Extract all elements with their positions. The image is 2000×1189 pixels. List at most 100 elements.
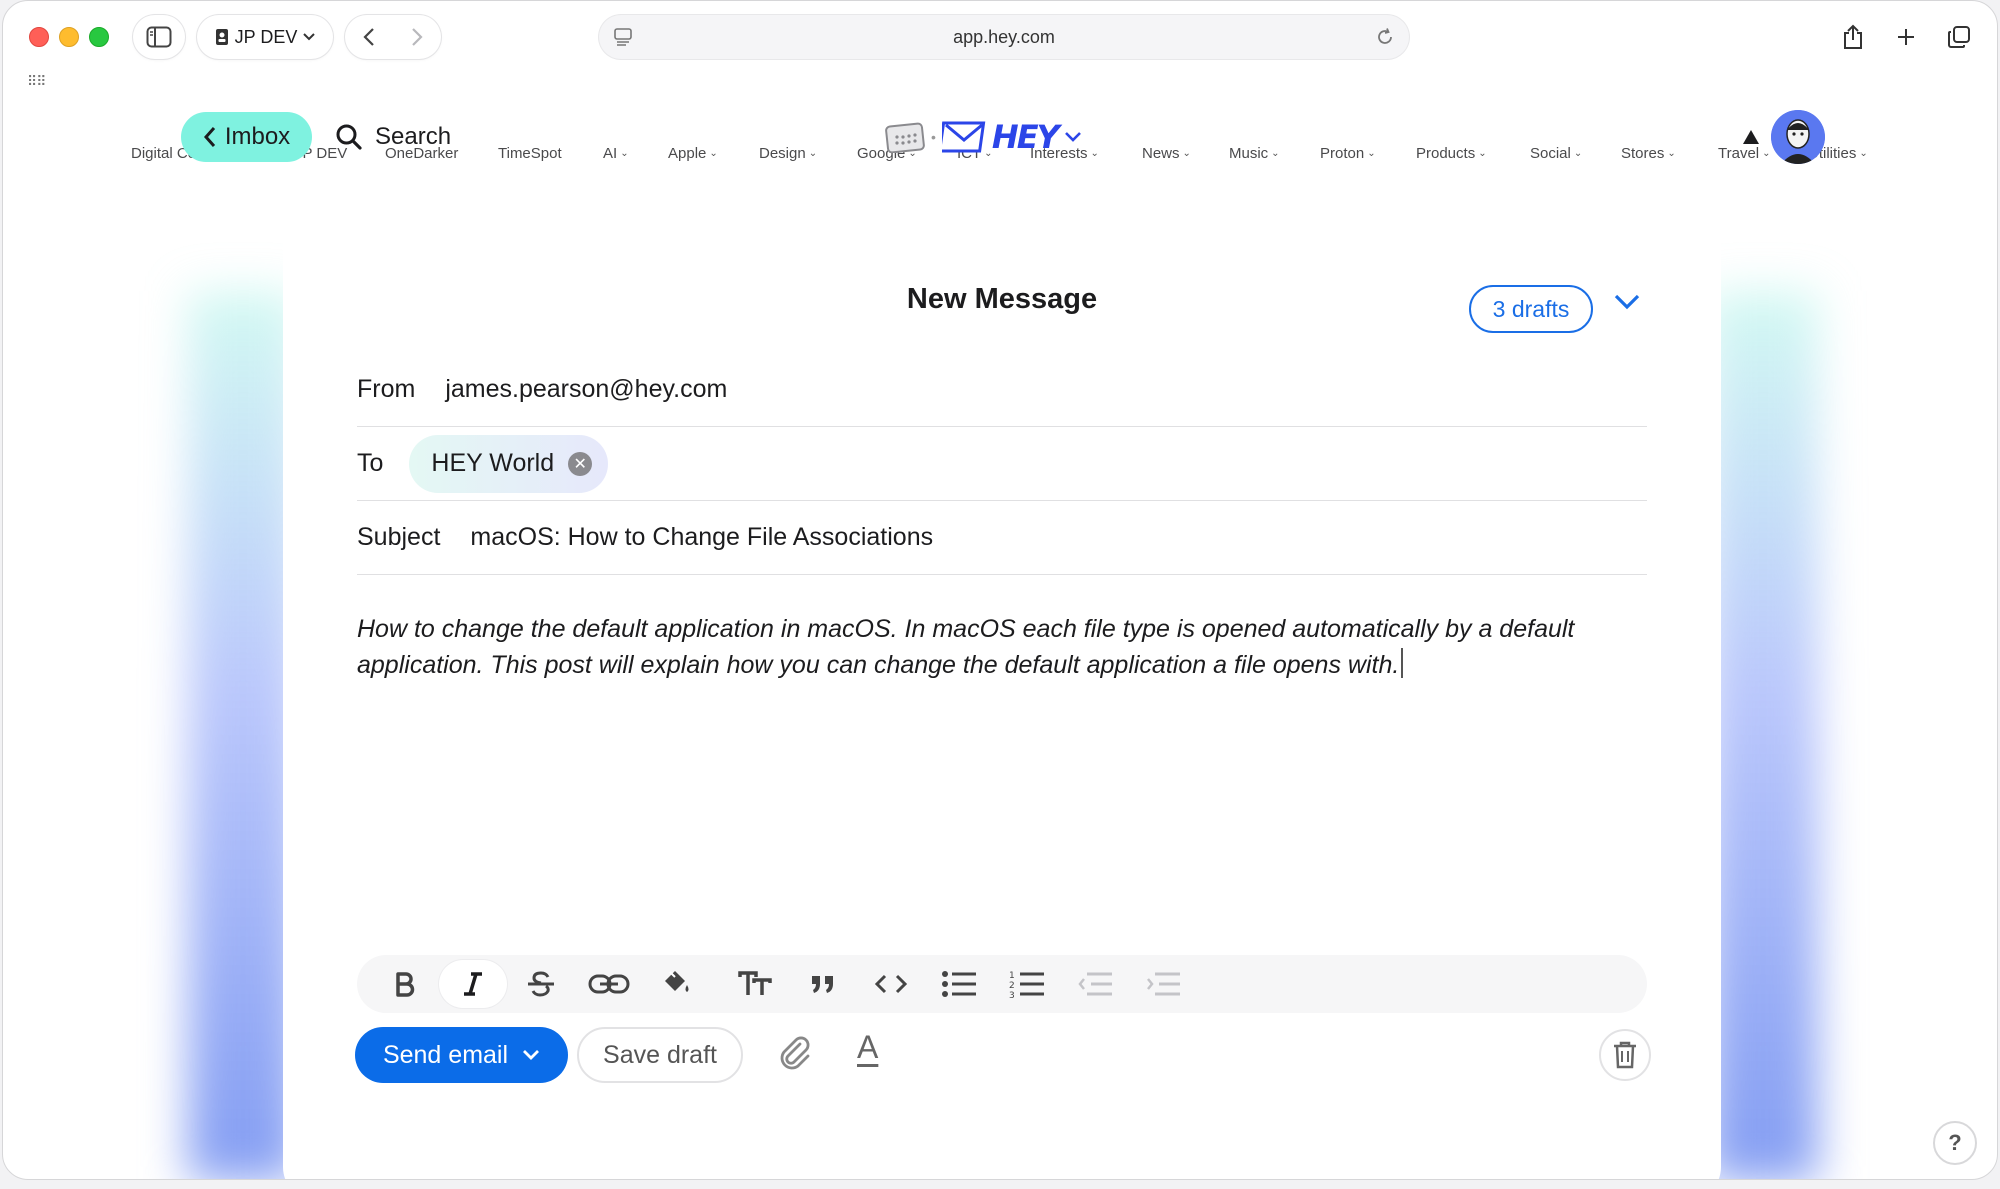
- composer-glow-left: [188, 291, 298, 1179]
- formatting-toolbar: 123: [357, 955, 1647, 1013]
- numbered-list-icon: 123: [1009, 971, 1044, 999]
- chevron-down-icon[interactable]: [1613, 293, 1641, 311]
- search-label: Search: [375, 123, 452, 150]
- sidebar-toggle-button[interactable]: [133, 15, 185, 59]
- strikethrough-button[interactable]: [507, 960, 575, 1008]
- to-row[interactable]: To HEY World ✕: [357, 427, 1647, 501]
- reload-icon[interactable]: [1375, 27, 1395, 47]
- share-icon: [1844, 24, 1862, 49]
- text-caret: [1401, 648, 1403, 678]
- from-address[interactable]: james.pearson@hey.com: [445, 375, 727, 404]
- text-size-icon: [738, 971, 772, 995]
- profile-menu-button[interactable]: JP DEV: [197, 15, 333, 59]
- separator-dot: •: [931, 129, 936, 145]
- zoom-window-button[interactable]: [89, 27, 109, 47]
- imbox-button[interactable]: Imbox: [181, 112, 312, 162]
- heading-button[interactable]: [721, 960, 789, 1008]
- indent-icon: [1147, 972, 1180, 996]
- profile-badge-icon: [215, 29, 228, 45]
- chevron-down-icon[interactable]: [522, 1049, 540, 1061]
- imbox-label: Imbox: [224, 123, 291, 150]
- italic-button[interactable]: [439, 960, 507, 1008]
- search-icon: [336, 124, 362, 150]
- sidebar-icon: [146, 26, 172, 48]
- profile-label: JP DEV: [234, 26, 298, 47]
- composer-glow-right: [1708, 291, 1818, 1179]
- favorites-bar: Digital Courseway JP DEV OneDarker TimeS…: [3, 73, 1997, 162]
- quote-button[interactable]: [789, 960, 857, 1008]
- strikethrough-icon: [528, 971, 554, 997]
- indent-button[interactable]: [1129, 960, 1197, 1008]
- bullet-list-icon: [942, 971, 976, 997]
- chevron-down-icon: [1064, 132, 1081, 142]
- tab-overview-button[interactable]: [1937, 15, 1981, 59]
- account-area: [1741, 107, 1825, 167]
- italic-icon: [464, 972, 482, 996]
- address-bar[interactable]: app.hey.com: [599, 15, 1409, 59]
- help-button[interactable]: ?: [1933, 1121, 1977, 1165]
- paint-bucket-icon: [665, 971, 689, 992]
- message-body-editor[interactable]: How to change the default application in…: [357, 611, 1657, 683]
- save-draft-button[interactable]: Save draft: [577, 1027, 743, 1083]
- to-label: To: [357, 449, 384, 477]
- bold-button[interactable]: [371, 960, 439, 1008]
- remove-recipient-icon[interactable]: ✕: [568, 451, 593, 476]
- font-color-button[interactable]: A: [857, 1029, 878, 1066]
- browser-right-tools: [1831, 15, 1981, 59]
- send-email-label: Send email: [382, 1040, 509, 1069]
- paperclip-icon[interactable]: [777, 1035, 813, 1071]
- code-button[interactable]: [857, 960, 925, 1008]
- calendar-icon: [885, 122, 925, 153]
- svg-text:3: 3: [1009, 991, 1015, 999]
- from-label: From: [357, 375, 416, 403]
- link-button[interactable]: [575, 960, 643, 1008]
- back-button[interactable]: [345, 15, 393, 59]
- composer-card: New Message 3 drafts From james.pearson@…: [283, 211, 1721, 1179]
- svg-text:1: 1: [1009, 971, 1015, 981]
- chevron-left-icon: [363, 28, 374, 46]
- from-row: From james.pearson@hey.com: [357, 353, 1647, 427]
- recipient-chip[interactable]: HEY World ✕: [409, 434, 609, 493]
- highlight-button[interactable]: [643, 960, 711, 1008]
- send-email-button[interactable]: Send email: [355, 1027, 568, 1083]
- message-body-text: How to change the default application in…: [357, 615, 1575, 679]
- browser-window: JP DEV app.hey.com ⠿⠿ Digital Courseway …: [2, 0, 1998, 1180]
- plus-icon: [1898, 29, 1914, 45]
- code-icon: [874, 974, 908, 994]
- discard-draft-button[interactable]: [1599, 1029, 1651, 1081]
- subject-label: Subject: [357, 523, 441, 551]
- numbered-list-button[interactable]: 123: [993, 960, 1061, 1008]
- chevron-right-icon: [412, 28, 423, 46]
- drafts-button[interactable]: 3 drafts: [1469, 285, 1593, 333]
- search-button[interactable]: Search: [335, 112, 451, 162]
- browser-toolbar: JP DEV app.hey.com: [3, 1, 1997, 73]
- triangle-up-icon[interactable]: [1741, 128, 1761, 146]
- navigation-buttons: [345, 15, 441, 59]
- trash-icon: [1614, 1041, 1636, 1069]
- recipient-name: HEY World: [431, 449, 555, 477]
- subject-row[interactable]: Subject macOS: How to Change File Associ…: [357, 501, 1647, 575]
- hey-envelope-icon: [941, 121, 986, 153]
- subject-field[interactable]: macOS: How to Change File Associations: [470, 523, 933, 552]
- bold-icon: [396, 972, 415, 997]
- chevron-left-icon: [203, 127, 215, 147]
- outdent-icon: [1078, 972, 1112, 996]
- close-window-button[interactable]: [29, 27, 49, 47]
- new-tab-button[interactable]: [1884, 15, 1928, 59]
- hey-menu-button[interactable]: • HEY: [885, 112, 1082, 162]
- chevron-down-icon: [303, 33, 316, 41]
- link-icon: [588, 974, 630, 994]
- tabs-overview-icon: [1948, 26, 1970, 48]
- url-text: app.hey.com: [953, 26, 1055, 47]
- minimize-window-button[interactable]: [59, 27, 79, 47]
- quote-icon: [812, 976, 833, 993]
- app-header: Imbox Search • HEY: [3, 107, 1997, 197]
- page-menu-icon[interactable]: [613, 27, 633, 47]
- avatar-portrait-icon: [1771, 110, 1825, 164]
- avatar[interactable]: [1771, 110, 1825, 164]
- forward-button[interactable]: [393, 15, 441, 59]
- bullet-list-button[interactable]: [925, 960, 993, 1008]
- hey-logo-text: HEY: [991, 118, 1060, 156]
- outdent-button[interactable]: [1061, 960, 1129, 1008]
- share-button[interactable]: [1831, 15, 1875, 59]
